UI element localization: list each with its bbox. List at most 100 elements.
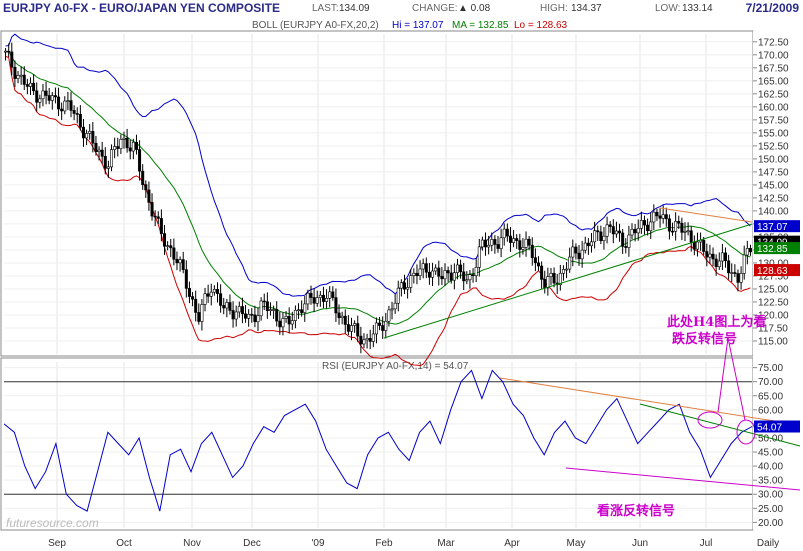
candle-body [340, 315, 344, 319]
candle-body [455, 264, 459, 273]
candle-body [689, 230, 693, 243]
rsi-last-tag-text: 54.07 [757, 423, 782, 434]
candle-body [60, 108, 64, 112]
candle-body [431, 270, 435, 278]
candle-body [440, 275, 444, 280]
candle-body [159, 218, 163, 234]
x-tick-label: Jun [632, 538, 648, 549]
bearish-note-line2: 跌反转信号 [672, 331, 737, 347]
candle-body [321, 294, 325, 302]
candle-body [240, 306, 244, 315]
candle-body [222, 305, 226, 309]
candle-body [262, 300, 266, 303]
candle-body [683, 230, 687, 233]
candle-body [97, 149, 101, 152]
candle-body [35, 90, 39, 103]
candle-body [596, 230, 600, 233]
candle-body [106, 166, 110, 169]
candle-body [116, 146, 120, 149]
rsi-y-tick: 70.00 [758, 377, 783, 388]
rsi-y-tick: 75.00 [758, 363, 783, 374]
candle-body [66, 100, 70, 102]
candle-body [47, 95, 51, 101]
candle-body [745, 248, 749, 256]
candle-body [652, 211, 656, 223]
candle-body [22, 74, 26, 85]
price-y-tick: 172.50 [758, 37, 789, 48]
candle-body [512, 238, 516, 243]
candle-body [50, 95, 54, 101]
candle-body [334, 297, 338, 314]
candle-body [38, 98, 42, 103]
candle-body [278, 320, 282, 328]
candle-body [658, 215, 662, 219]
candle-body [359, 335, 363, 345]
candle-body [113, 146, 117, 150]
rsi-y-tick: 65.00 [758, 391, 783, 402]
candle-body [692, 241, 696, 250]
candle-body [402, 282, 406, 290]
candle-body [144, 184, 148, 191]
candle-body [667, 218, 671, 232]
candle-body [521, 247, 525, 250]
candle-body [368, 338, 372, 342]
price-y-tick: 152.50 [758, 141, 789, 152]
candle-body [671, 230, 675, 233]
candle-body [7, 50, 11, 53]
candle-body [256, 315, 260, 323]
candle-body [714, 258, 718, 268]
candle-body [219, 293, 223, 306]
price-y-tick: 155.00 [758, 128, 789, 139]
candle-body [427, 271, 431, 278]
x-tick-label: Oct [116, 538, 132, 549]
candle-body [331, 291, 335, 298]
candle-body [480, 239, 484, 248]
candle-body [100, 149, 104, 157]
candle-body [41, 90, 45, 100]
candle-body [705, 251, 709, 258]
candle-body [128, 147, 132, 152]
candle-body [318, 294, 322, 298]
candle-body [131, 141, 135, 152]
candle-body [247, 313, 251, 319]
candle-body [418, 268, 422, 277]
candle-body [655, 211, 659, 217]
candle-body [633, 228, 637, 234]
candle-body [708, 253, 712, 258]
candle-body [253, 314, 257, 323]
candle-body [574, 246, 578, 254]
candle-body [44, 90, 48, 96]
candle-body [695, 241, 699, 250]
candle-body [543, 279, 547, 289]
candle-body [474, 267, 478, 276]
candle-body [518, 240, 522, 250]
candle-body [677, 221, 681, 224]
candle-body [561, 269, 565, 274]
watermark: futuresource.com [6, 516, 99, 530]
candle-body [583, 242, 587, 251]
candle-body [399, 282, 403, 289]
candle-body [315, 297, 319, 304]
price-last-tag-text: 128.63 [757, 266, 788, 277]
boll-legend-hi: Hi = 137.07 [392, 20, 444, 31]
candle-body [94, 142, 98, 152]
boll-legend-ma: MA = 132.85 [452, 20, 509, 31]
candle-body [449, 272, 453, 281]
candle-body [568, 256, 572, 270]
x-tick-label: Jul [700, 538, 713, 549]
candle-body [281, 318, 285, 328]
candle-body [175, 258, 179, 264]
rsi-legend: RSI (EURJPY A0-FX,14) = 54.07 [322, 361, 469, 372]
candle-body [487, 244, 491, 248]
candle-body [378, 322, 382, 326]
candle-body [150, 202, 154, 217]
candle-body [297, 309, 301, 311]
candle-body [203, 293, 207, 305]
candle-body [16, 75, 20, 79]
price-y-tick: 142.50 [758, 193, 789, 204]
price-y-tick: 145.00 [758, 180, 789, 191]
price-y-tick: 157.50 [758, 115, 789, 126]
candle-body [19, 74, 23, 77]
price-y-tick: 165.00 [758, 76, 789, 87]
x-tick-label: Feb [375, 538, 393, 549]
